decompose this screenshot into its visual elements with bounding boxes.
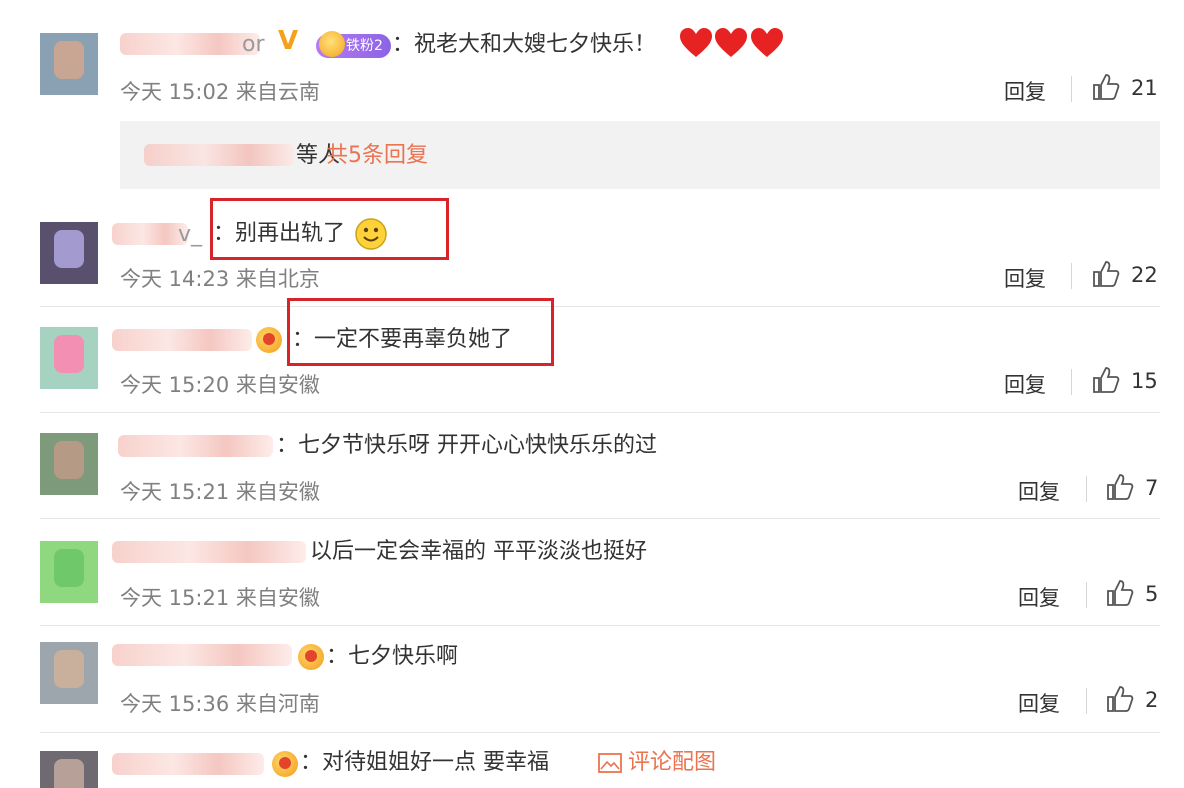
comment-location: 来自云南 xyxy=(235,80,320,104)
like-count: 2 xyxy=(1145,688,1159,712)
comment-item: v_ ：别再出轨了 今天 14:23 来自北京 回复 22 xyxy=(0,190,1184,306)
crown-icon xyxy=(319,31,345,57)
fan-badge[interactable]: 铁粉2 xyxy=(316,31,391,58)
divider xyxy=(1071,76,1072,102)
divider xyxy=(1071,369,1072,395)
divider xyxy=(1086,688,1087,714)
comment-meta: 今天 15:21 来自安徽 xyxy=(120,476,320,506)
username-blurred[interactable] xyxy=(112,753,264,775)
comment-location: 来自安徽 xyxy=(235,586,320,610)
divider xyxy=(1086,582,1087,608)
smile-emoji-icon xyxy=(355,218,387,250)
comment-text: ：七夕快乐啊 xyxy=(326,644,459,669)
comment-location: 来自北京 xyxy=(235,267,320,291)
thumbs-up-icon[interactable] xyxy=(1092,260,1120,288)
sub-replies-box[interactable]: 等人 共5条回复 xyxy=(120,121,1160,189)
like-count: 22 xyxy=(1131,263,1158,287)
comment-text: ：一定不要再辜负她了 xyxy=(292,327,513,352)
reply-button[interactable]: 回复 xyxy=(1018,476,1060,506)
comment-meta: 今天 15:02 来自云南 xyxy=(120,76,320,106)
reply-button[interactable]: 回复 xyxy=(1004,76,1046,106)
medal-icon xyxy=(272,751,298,777)
like-count: 15 xyxy=(1131,369,1158,393)
thumbs-up-icon[interactable] xyxy=(1106,473,1134,501)
reply-button[interactable]: 回复 xyxy=(1004,369,1046,399)
thumbs-up-icon[interactable] xyxy=(1106,579,1134,607)
medal-icon xyxy=(256,327,282,353)
heart-emoji-icon xyxy=(715,28,747,57)
thumbs-up-icon[interactable] xyxy=(1092,366,1120,394)
avatar[interactable] xyxy=(40,222,98,284)
verified-v-icon: V xyxy=(278,26,299,56)
comment-time: 今天 15:21 xyxy=(120,586,230,610)
comment-text: 以后一定会幸福的 平平淡淡也挺好 xyxy=(310,539,647,564)
comment-time: 今天 15:02 xyxy=(120,80,230,104)
username-blurred[interactable] xyxy=(120,33,260,55)
avatar[interactable] xyxy=(40,33,98,95)
comment-item: ：七夕节快乐呀 开开心心快快乐乐的过 今天 15:21 来自安徽 回复 7 xyxy=(0,413,1184,519)
comment-text: ：别再出轨了 xyxy=(213,221,346,246)
username-tail[interactable]: or xyxy=(242,30,265,60)
heart-emoji-icon xyxy=(680,28,712,57)
fan-badge-label: 铁粉2 xyxy=(346,38,383,54)
comment-picture-link[interactable]: 评论配图 xyxy=(628,748,716,778)
reply-button[interactable]: 回复 xyxy=(1004,263,1046,293)
view-replies-link[interactable]: 共5条回复 xyxy=(326,141,428,171)
reply-usernames-blurred xyxy=(144,144,294,166)
heart-emoji-icon xyxy=(751,28,783,57)
comment-time: 今天 15:21 xyxy=(120,480,230,504)
like-count: 5 xyxy=(1145,582,1159,606)
like-count: 21 xyxy=(1131,76,1158,100)
avatar[interactable] xyxy=(40,751,98,788)
comment-item: 以后一定会幸福的 平平淡淡也挺好 今天 15:21 来自安徽 回复 5 xyxy=(0,519,1184,625)
comment-item: ：一定不要再辜负她了 今天 15:20 来自安徽 回复 15 xyxy=(0,298,1184,412)
comment-text: ：对待姐姐好一点 要幸福 xyxy=(300,750,549,775)
avatar[interactable] xyxy=(40,433,98,495)
comment-time: 今天 15:36 xyxy=(120,692,230,716)
divider xyxy=(1086,476,1087,502)
thumbs-up-icon[interactable] xyxy=(1092,73,1120,101)
username-blurred[interactable] xyxy=(118,435,273,457)
avatar[interactable] xyxy=(40,327,98,389)
comment-location: 来自安徽 xyxy=(235,373,320,397)
like-count: 7 xyxy=(1145,476,1159,500)
comment-item: ：对待姐姐好一点 要幸福 评论配图 xyxy=(0,733,1184,788)
username-blurred[interactable] xyxy=(112,541,306,563)
medal-icon xyxy=(298,644,324,670)
comment-meta: 今天 15:36 来自河南 xyxy=(120,688,320,718)
comment-location: 来自河南 xyxy=(235,692,320,716)
avatar[interactable] xyxy=(40,642,98,704)
reply-button[interactable]: 回复 xyxy=(1018,582,1060,612)
comment-meta: 今天 15:20 来自安徽 xyxy=(120,369,320,399)
comment-time: 今天 14:23 xyxy=(120,267,230,291)
username-blurred[interactable] xyxy=(112,644,292,666)
reply-button[interactable]: 回复 xyxy=(1018,688,1060,718)
comment-meta: 今天 14:23 来自北京 xyxy=(120,263,320,293)
username-blurred[interactable] xyxy=(112,329,252,351)
picture-icon xyxy=(598,753,622,773)
comment-item: or V 铁粉2 ：祝老大和大嫂七夕快乐！ 今天 15:02 来自云南 回复 2… xyxy=(0,0,1184,120)
comment-meta: 今天 15:21 来自安徽 xyxy=(120,582,320,612)
comment-item: ：七夕快乐啊 今天 15:36 来自河南 回复 2 xyxy=(0,626,1184,732)
divider xyxy=(1071,263,1072,289)
comment-time: 今天 15:20 xyxy=(120,373,230,397)
comment-text: ：祝老大和大嫂七夕快乐！ xyxy=(392,32,657,57)
username-tail[interactable]: v_ xyxy=(178,220,202,250)
thumbs-up-icon[interactable] xyxy=(1106,685,1134,713)
comment-location: 来自安徽 xyxy=(235,480,320,504)
avatar[interactable] xyxy=(40,541,98,603)
username-blurred[interactable] xyxy=(112,223,188,245)
comment-text: ：七夕节快乐呀 开开心心快快乐乐的过 xyxy=(276,433,657,458)
